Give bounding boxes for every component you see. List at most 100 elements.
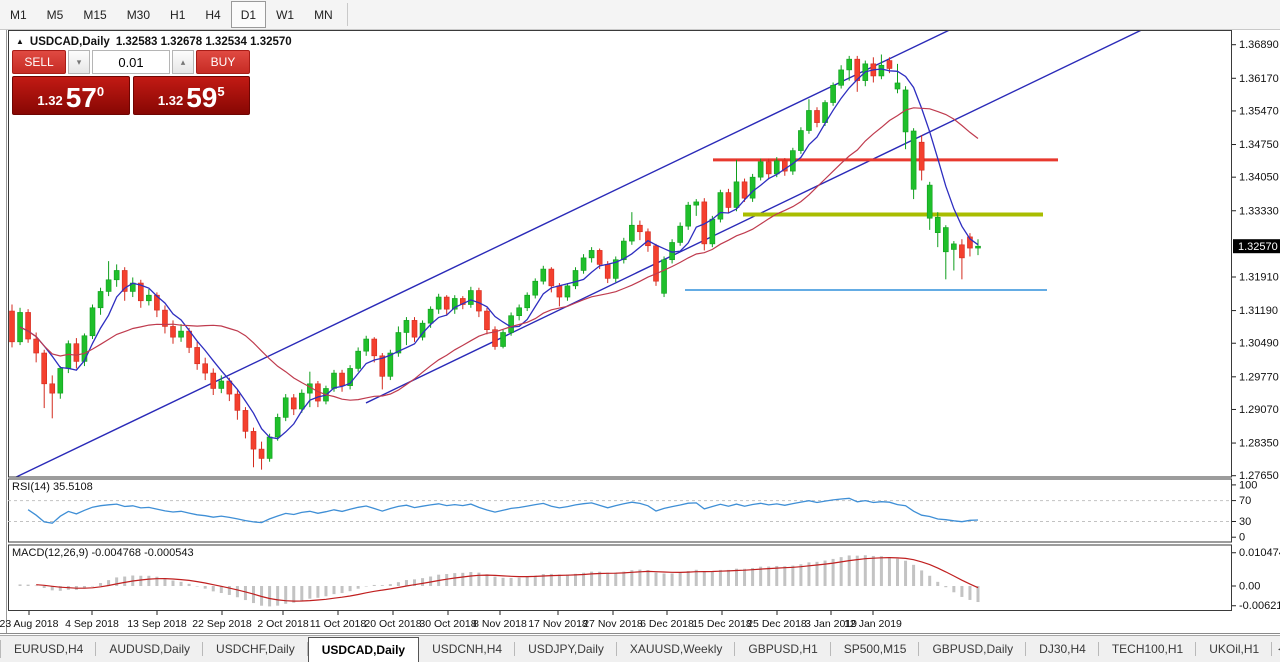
macd-histogram-bar — [767, 567, 770, 586]
svg-text:1.30490: 1.30490 — [1239, 338, 1279, 350]
chart-tab-gbpusd-h1[interactable]: GBPUSD,H1 — [735, 636, 830, 662]
macd-histogram-bar — [292, 586, 295, 603]
candle-body — [501, 332, 506, 346]
macd-histogram-bar — [960, 586, 963, 597]
rsi-label: RSI(14) 35.5108 — [12, 481, 93, 493]
svg-text:27 Nov 2018: 27 Nov 2018 — [583, 618, 643, 630]
candle-body — [42, 353, 47, 384]
candle-body — [203, 364, 208, 373]
candle-body — [179, 331, 184, 337]
timeframe-button-m30[interactable]: M30 — [117, 1, 160, 28]
candle-body — [565, 286, 570, 297]
sell-button[interactable]: SELL — [12, 50, 66, 74]
chart-tab-usdcnh-h4[interactable]: USDCNH,H4 — [419, 636, 515, 662]
rsi-panel-frame[interactable] — [9, 479, 1232, 542]
macd-histogram-bar — [606, 573, 609, 586]
macd-histogram-bar — [469, 572, 472, 586]
macd-histogram-bar — [928, 576, 931, 586]
macd-histogram-bar — [799, 564, 802, 586]
timeframe-button-h1[interactable]: H1 — [160, 1, 195, 28]
buy-button[interactable]: BUY — [196, 50, 250, 74]
macd-histogram-bar — [485, 574, 488, 586]
macd-histogram-bar — [655, 573, 658, 586]
svg-text:1.28350: 1.28350 — [1239, 438, 1279, 450]
candle-body — [605, 264, 610, 278]
timeframe-button-m1[interactable]: M1 — [0, 1, 37, 28]
candle-body — [686, 205, 691, 226]
svg-text:4 Sep 2018: 4 Sep 2018 — [65, 618, 119, 630]
buy-price-box[interactable]: 1.32 59 5 — [133, 76, 251, 115]
price-axis[interactable]: 1.368901.361701.354701.347501.340501.333… — [1232, 39, 1280, 482]
timeframe-button-d1[interactable]: D1 — [231, 1, 266, 28]
candle-body — [243, 410, 248, 431]
macd-label: MACD(12,26,9) -0.004768 -0.000543 — [12, 547, 194, 559]
candle-body — [364, 339, 369, 351]
candle-body — [637, 225, 642, 232]
lot-increase-button[interactable]: ▴ — [172, 50, 194, 74]
macd-histogram-bar — [381, 585, 384, 586]
timeframe-button-m5[interactable]: M5 — [37, 1, 74, 28]
chart-tab-gbpusd-daily[interactable]: GBPUSD,Daily — [919, 636, 1026, 662]
chart-tab-sp500-m15[interactable]: SP500,M15 — [831, 636, 920, 662]
buy-price-pip: 5 — [217, 84, 224, 99]
chart-tab-tech100-h1[interactable]: TECH100,H1 — [1099, 636, 1196, 662]
chart-tab-eurusd-h4[interactable]: EURUSD,H4 — [1, 636, 96, 662]
candle-body — [959, 245, 964, 258]
macd-histogram-bar — [212, 586, 215, 591]
candle-body — [509, 316, 514, 333]
candle-body — [34, 339, 39, 353]
candle-body — [98, 291, 103, 307]
date-axis[interactable]: 23 Aug 20184 Sep 201813 Sep 201822 Sep 2… — [0, 611, 902, 630]
chart-canvas[interactable]: 1.368901.361701.354701.347501.340501.333… — [0, 30, 1280, 635]
candle-body — [621, 241, 626, 260]
macd-histogram-bar — [711, 571, 714, 586]
candle-body — [847, 59, 852, 70]
candle-body — [517, 308, 522, 316]
candle-body — [943, 228, 948, 252]
chart-tab-xauusd-weekly[interactable]: XAUUSD,Weekly — [617, 636, 735, 662]
candle-body — [549, 269, 554, 286]
macd-histogram-bar — [888, 557, 891, 586]
candle-body — [533, 281, 538, 295]
tab-scroll-arrows: ◄► — [1276, 636, 1280, 662]
svg-text:1.33330: 1.33330 — [1239, 205, 1279, 217]
macd-histogram-bar — [244, 586, 247, 600]
macd-histogram-bar — [864, 555, 867, 586]
candle-body — [766, 162, 771, 174]
timeframe-button-h4[interactable]: H4 — [195, 1, 230, 28]
chart-tab-usdjpy-daily[interactable]: USDJPY,Daily — [515, 636, 617, 662]
chart-tab-dj30-h4[interactable]: DJ30,H4 — [1026, 636, 1099, 662]
rsi-axis: 10070300 — [1232, 479, 1257, 543]
timeframe-button-w1[interactable]: W1 — [266, 1, 304, 28]
collapse-triangle-icon[interactable]: ▲ — [16, 37, 24, 46]
chart-tab-usdchf-daily[interactable]: USDCHF,Daily — [203, 636, 308, 662]
macd-histogram-bar — [727, 570, 730, 586]
candle-body — [171, 326, 176, 337]
lot-size-input[interactable]: 0.01 — [92, 50, 170, 74]
macd-histogram-bar — [276, 586, 279, 606]
candle-body — [283, 398, 288, 418]
svg-text:15 Dec 2018: 15 Dec 2018 — [692, 618, 752, 630]
macd-histogram-bar — [920, 570, 923, 586]
chart-tab-usdcad-daily[interactable]: USDCAD,Daily — [308, 637, 419, 662]
svg-text:1.29770: 1.29770 — [1239, 371, 1279, 383]
lot-decrease-button[interactable]: ▾ — [68, 50, 90, 74]
chart-tab-ukoil-h1[interactable]: UKOil,H1 — [1196, 636, 1272, 662]
macd-histogram-bar — [324, 586, 327, 596]
macd-histogram-bar — [405, 580, 408, 586]
timeframe-button-m15[interactable]: M15 — [73, 1, 116, 28]
sell-price-box[interactable]: 1.32 57 0 — [12, 76, 130, 115]
candle-body — [444, 297, 449, 309]
timeframe-button-mn[interactable]: MN — [304, 1, 343, 28]
macd-histogram-bar — [687, 571, 690, 586]
macd-histogram-bar — [397, 582, 400, 586]
candle-body — [662, 260, 667, 294]
macd-histogram-bar — [453, 573, 456, 586]
tab-scroll-left-icon[interactable]: ◄ — [1276, 644, 1280, 654]
svg-text:1.36170: 1.36170 — [1239, 73, 1279, 85]
svg-text:1.31190: 1.31190 — [1239, 305, 1278, 317]
svg-text:20 Oct 2018: 20 Oct 2018 — [364, 618, 421, 630]
svg-text:8 Nov 2018: 8 Nov 2018 — [473, 618, 527, 630]
chart-tab-audusd-daily[interactable]: AUDUSD,Daily — [96, 636, 203, 662]
timeframe-toolbar: M1M5M15M30H1H4D1W1MN — [0, 0, 1280, 30]
